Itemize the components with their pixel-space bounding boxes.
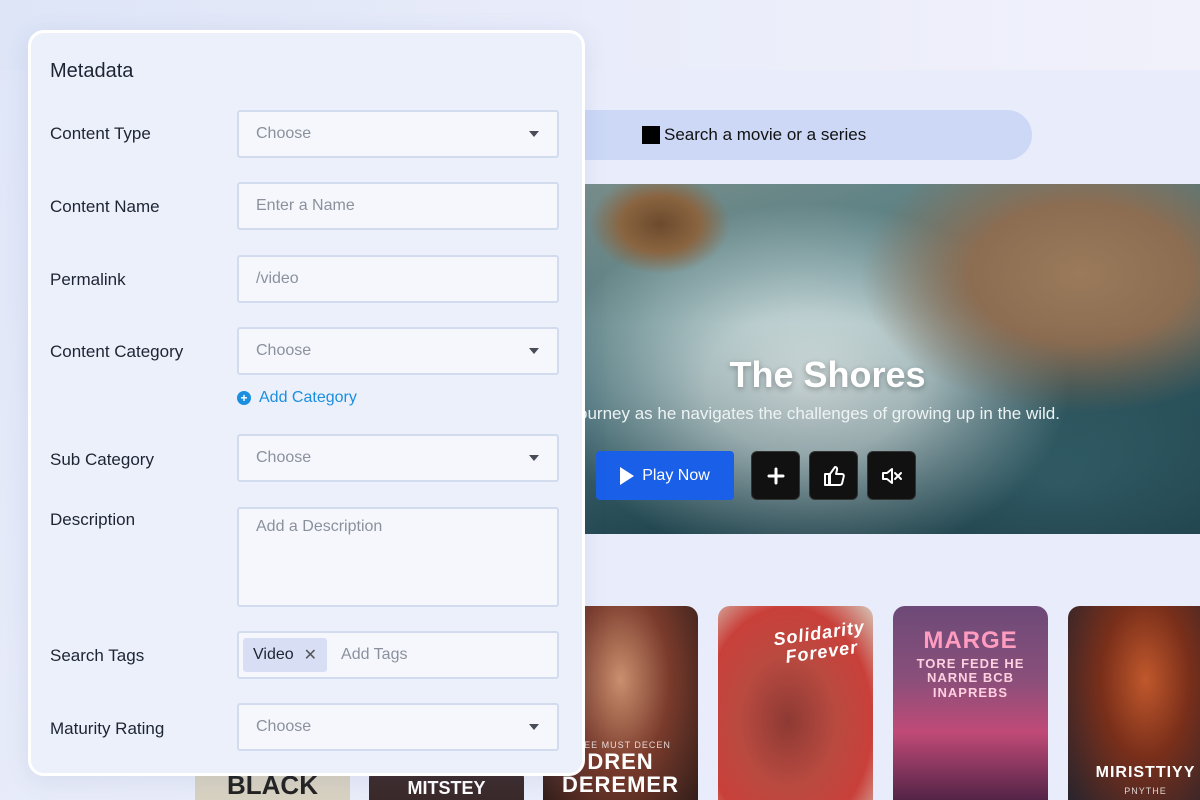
poster-card[interactable]: Solidarity Forever [718, 606, 873, 800]
chevron-down-icon [529, 724, 539, 730]
poster-title: MITSTEY [407, 778, 486, 798]
poster-title: MARGE [923, 627, 1018, 654]
poster-card[interactable]: MIRISTTIYY PNYTHE [1068, 606, 1200, 800]
tag-chip: Video ✕ [243, 638, 328, 672]
mute-icon [881, 467, 902, 484]
play-now-button[interactable]: Play Now [596, 451, 734, 500]
poster-subtitle: PNYTHE [1124, 786, 1167, 796]
chevron-down-icon [529, 131, 539, 137]
content-category-value: Choose [256, 342, 312, 359]
search-tags-label: Search Tags [50, 646, 145, 665]
search-bar[interactable]: Search a movie or a series [560, 110, 1032, 160]
add-category-label: Add Category [259, 389, 357, 406]
maturity-rating-value: Choose [256, 718, 312, 735]
sub-category-value: Choose [256, 449, 312, 466]
panel-title: Metadata [50, 60, 134, 82]
content-name-placeholder: Enter a Name [256, 197, 355, 214]
description-label: Description [50, 510, 136, 529]
play-icon [620, 466, 635, 485]
add-category-link[interactable]: + Add Category [237, 389, 357, 407]
chevron-down-icon [529, 348, 539, 354]
content-type-select[interactable]: Choose [237, 110, 559, 158]
like-button[interactable] [809, 451, 858, 500]
chevron-down-icon [529, 455, 539, 461]
search-placeholder: Search a movie or a series [664, 125, 867, 144]
poster-card[interactable]: MARGE TORE FEDE HE NARNE BCB INAPREBS [893, 606, 1048, 800]
content-type-label: Content Type [50, 124, 151, 143]
search-tags-input[interactable]: Video ✕ Add Tags [237, 631, 559, 679]
hero-banner: The Shores ourney as he navigates the ch… [560, 184, 1200, 534]
plus-circle-icon: + [237, 391, 251, 405]
content-category-select[interactable]: Choose [237, 327, 559, 375]
poster-title: MIRISTTIYY [1095, 764, 1196, 782]
search-icon [642, 126, 660, 144]
content-type-value: Choose [256, 125, 312, 142]
permalink-label: Permalink [50, 270, 126, 289]
close-icon[interactable]: ✕ [304, 645, 317, 665]
add-to-list-button[interactable] [751, 451, 800, 500]
metadata-panel: Metadata Content Type Choose Content Nam… [28, 30, 585, 776]
poster-title: Solidarity Forever [772, 616, 867, 667]
search-tags-placeholder: Add Tags [341, 646, 408, 663]
content-category-label: Content Category [50, 342, 184, 361]
description-textarea[interactable]: Add a Description [237, 507, 559, 607]
mute-button[interactable] [867, 451, 916, 500]
play-now-label: Play Now [642, 466, 710, 484]
thumbs-up-icon [823, 465, 845, 486]
permalink-input[interactable]: /video [237, 255, 559, 303]
hero-description: ourney as he navigates the challenges of… [578, 404, 1060, 423]
maturity-rating-select[interactable]: Choose [237, 703, 559, 751]
poster-subtitle: TREE MUST DECEN [570, 739, 671, 750]
poster-subtitle: TORE FEDE HE NARNE BCB INAPREBS [916, 656, 1025, 700]
tag-label: Video [253, 646, 294, 663]
content-name-input[interactable]: Enter a Name [237, 182, 559, 230]
sub-category-label: Sub Category [50, 450, 154, 469]
plus-icon [767, 467, 784, 484]
maturity-rating-label: Maturity Rating [50, 719, 165, 738]
sub-category-select[interactable]: Choose [237, 434, 559, 482]
description-placeholder: Add a Description [256, 518, 383, 535]
content-name-label: Content Name [50, 197, 160, 216]
hero-title: The Shores [729, 354, 926, 395]
permalink-value: /video [256, 270, 299, 287]
